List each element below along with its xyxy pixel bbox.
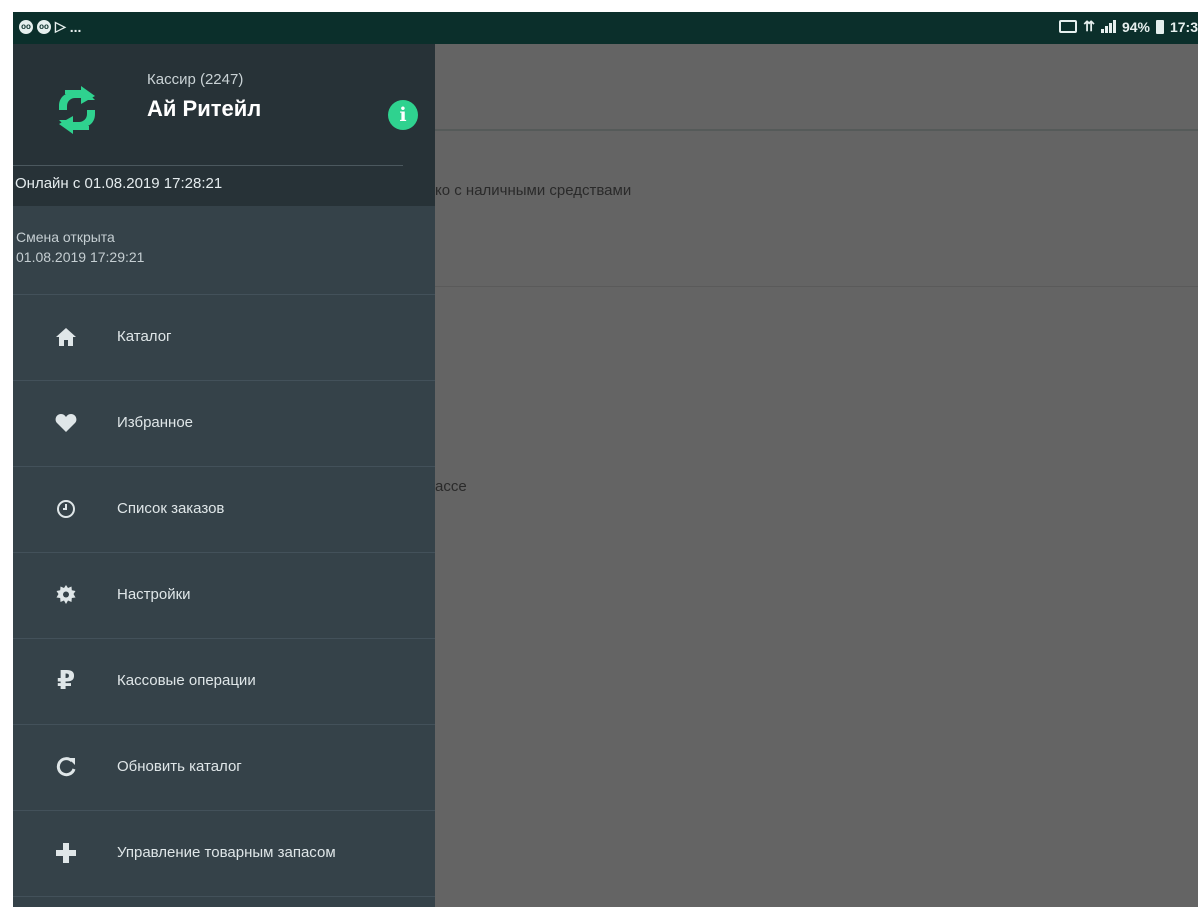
menu-item-orders[interactable]: Список заказов xyxy=(13,467,435,553)
signal-icon xyxy=(1100,20,1116,33)
shift-label: Смена открыта xyxy=(16,229,115,245)
drawer-header: Кассир (2247) Ай Ритейл i Онлайн с 01.08… xyxy=(13,44,435,206)
cashier-name: Кассир (2247) xyxy=(147,71,244,88)
menu-item-inventory[interactable]: Управление товарным запасом xyxy=(13,811,435,897)
heart-icon xyxy=(51,408,81,438)
menu-item-label: Управление товарным запасом xyxy=(117,844,336,861)
content-divider xyxy=(435,286,1198,287)
battery-percent: 94% xyxy=(1121,18,1150,35)
shop-name: Ай Ритейл xyxy=(147,96,262,121)
more-notifications-text: ... xyxy=(69,18,82,35)
clock: 17:3 xyxy=(1169,18,1198,35)
menu-item-label: Список заказов xyxy=(117,500,225,517)
toolbar-divider xyxy=(435,129,1198,131)
battery-icon xyxy=(1155,19,1164,34)
app-notification-icon: oo xyxy=(19,19,33,34)
shift-status: Смена открыта 01.08.2019 17:29:21 xyxy=(13,206,435,295)
online-status: Онлайн с 01.08.2019 17:28:21 xyxy=(15,175,223,192)
dimmed-content[interactable]: ко с наличными средствами ассе xyxy=(435,44,1198,907)
app-notification-icon: oo xyxy=(37,19,51,34)
header-divider xyxy=(13,165,403,166)
shift-time: 01.08.2019 17:29:21 xyxy=(16,249,145,265)
status-bar: oo oo ▷ ... ⇈ 94% 17:3 xyxy=(13,12,1198,44)
navigation-drawer: Кассир (2247) Ай Ритейл i Онлайн с 01.08… xyxy=(13,44,435,907)
background-text: ассе xyxy=(435,478,467,495)
menu-item-label: Настройки xyxy=(117,586,191,603)
menu-item-settings[interactable]: Настройки xyxy=(13,553,435,639)
cast-icon xyxy=(1059,20,1078,33)
menu-item-label: Кассовые операции xyxy=(117,672,256,689)
clock-icon xyxy=(51,494,81,524)
menu-item-favorites[interactable]: Избранное xyxy=(13,381,435,467)
app-logo-icon xyxy=(59,86,95,134)
refresh-icon xyxy=(51,752,81,782)
background-text: ко с наличными средствами xyxy=(435,182,632,199)
plus-icon xyxy=(51,838,81,868)
menu-item-label: Каталог xyxy=(117,328,172,345)
notification-icons: oo oo ▷ ... xyxy=(19,18,81,35)
system-icons: ⇈ 94% 17:3 xyxy=(1059,18,1198,35)
app-screen: oo oo ▷ ... ⇈ 94% 17:3 ко с наличными ср… xyxy=(13,12,1198,907)
gear-icon xyxy=(51,580,81,610)
ruble-icon: ₽ xyxy=(56,666,76,696)
menu-item-label: Избранное xyxy=(117,414,194,431)
menu-item-catalog[interactable]: Каталог xyxy=(13,295,435,381)
play-notification-icon: ▷ xyxy=(55,18,66,34)
home-icon xyxy=(51,322,81,352)
menu-item-refresh-catalog[interactable]: Обновить каталог xyxy=(13,725,435,811)
menu-item-label: Обновить каталог xyxy=(117,758,242,775)
drawer-menu: Каталог Избранное Список заказов Настрой… xyxy=(13,295,435,897)
info-icon[interactable]: i xyxy=(388,100,418,130)
menu-item-cash-operations[interactable]: ₽ Кассовые операции xyxy=(13,639,435,725)
wifi-icon: ⇈ xyxy=(1083,18,1095,34)
